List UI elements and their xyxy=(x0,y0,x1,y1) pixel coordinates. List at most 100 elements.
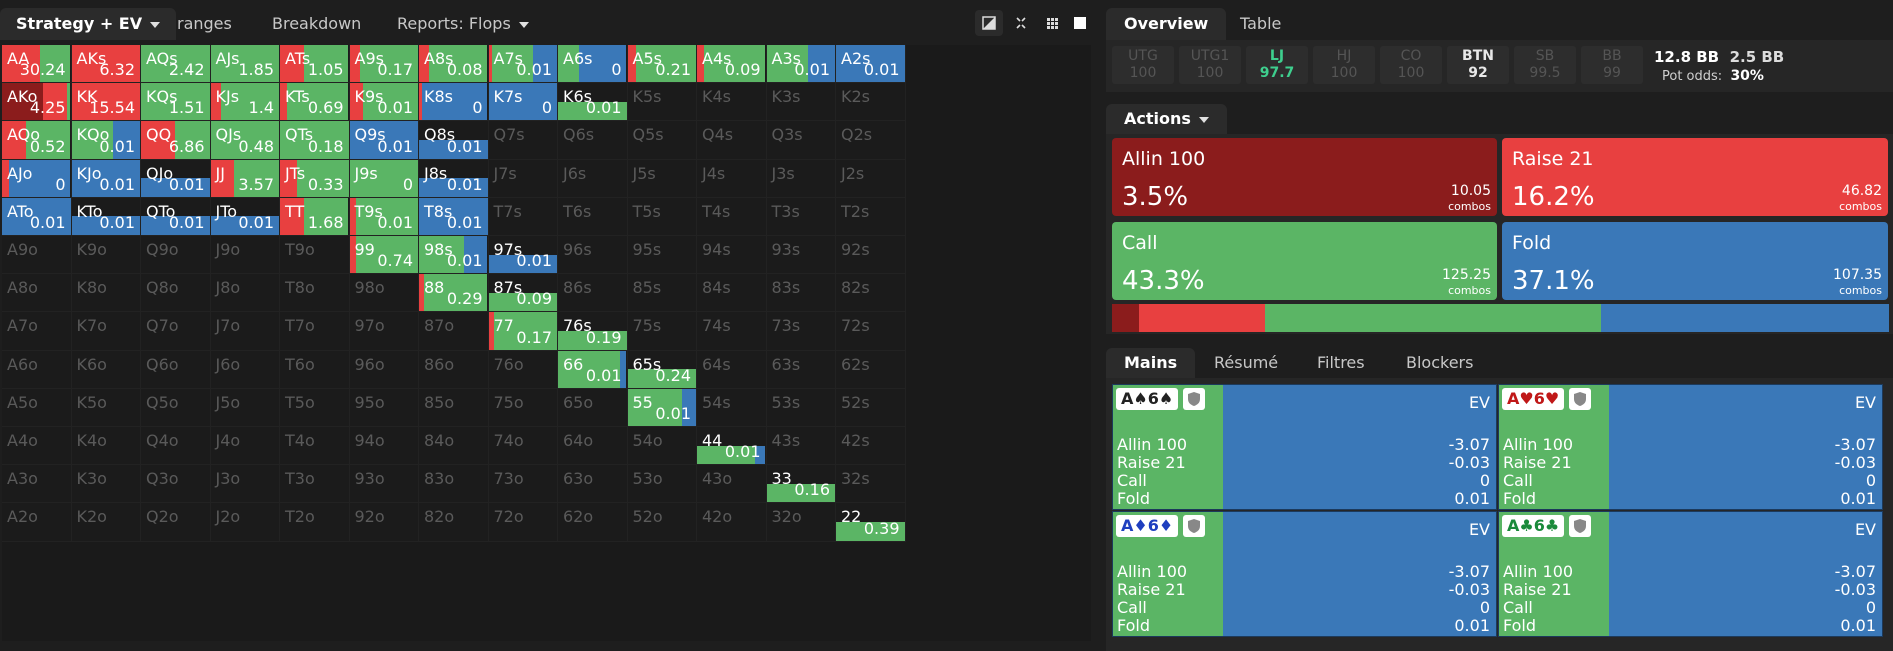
tab-filtres[interactable]: Filtres xyxy=(1317,348,1365,378)
range-cell[interactable]: Q5o xyxy=(141,388,211,427)
range-cell[interactable]: T6s xyxy=(558,197,628,236)
range-cell[interactable]: 94s xyxy=(697,236,767,275)
range-cell[interactable]: 93s xyxy=(766,236,836,275)
range-cell[interactable]: KTo 0.01 xyxy=(71,197,141,236)
tab-table[interactable]: Table xyxy=(1240,8,1281,40)
range-cell[interactable]: 54s xyxy=(697,388,767,427)
range-cell[interactable]: 64s xyxy=(697,350,767,389)
range-cell[interactable]: 66 0.01 xyxy=(558,350,628,389)
range-cell[interactable]: 87o xyxy=(419,312,489,351)
range-cell[interactable]: J9s 0 xyxy=(349,159,419,198)
range-cell[interactable]: 73o xyxy=(488,465,558,504)
range-cell[interactable]: T3o xyxy=(280,465,350,504)
compact-view-button[interactable] xyxy=(1007,10,1035,36)
range-cell[interactable]: Q7s xyxy=(488,121,558,160)
range-cell[interactable]: JTo 0.01 xyxy=(210,197,280,236)
range-cell[interactable]: KK 15.54 xyxy=(71,83,141,122)
range-cell[interactable]: Q2s xyxy=(836,121,906,160)
range-cell[interactable]: T4s xyxy=(697,197,767,236)
position-lj[interactable]: LJ 97.7 xyxy=(1246,46,1308,84)
shield-icon[interactable] xyxy=(1569,515,1591,537)
combo-card[interactable]: A♠6♠ EV Allin 100 -3.07 Raise 21 -0.03 Call 0 Fo… xyxy=(1112,384,1497,510)
range-cell[interactable]: J6o xyxy=(210,350,280,389)
position-bb[interactable]: BB 99 xyxy=(1581,46,1643,84)
range-cell[interactable]: K3s xyxy=(766,83,836,122)
range-cell[interactable]: QTo 0.01 xyxy=(141,197,211,236)
range-cell[interactable]: A2s 0.01 xyxy=(836,45,906,84)
range-cell[interactable]: 96s xyxy=(558,236,628,275)
range-cell[interactable]: ATo 0.01 xyxy=(2,197,72,236)
range-cell[interactable]: 72o xyxy=(488,503,558,542)
range-cell[interactable]: 42s xyxy=(836,427,906,466)
range-cell[interactable]: 84s xyxy=(697,274,767,313)
combo-card[interactable]: A♦6♦ EV Allin 100 -3.07 Raise 21 -0.03 Call 0 Fo… xyxy=(1112,511,1497,637)
range-cell[interactable]: A6s 0 xyxy=(558,45,628,84)
range-cell[interactable]: 82o xyxy=(419,503,489,542)
range-cell[interactable]: Q9o xyxy=(141,236,211,275)
range-cell[interactable]: 53s xyxy=(766,388,836,427)
shield-icon[interactable] xyxy=(1183,515,1205,537)
range-cell[interactable]: KQo 0.01 xyxy=(71,121,141,160)
range-cell[interactable]: 94o xyxy=(349,427,419,466)
range-cell[interactable]: T9o xyxy=(280,236,350,275)
position-utg1[interactable]: UTG1 100 xyxy=(1179,46,1241,84)
range-cell[interactable]: A3o xyxy=(2,465,72,504)
range-cell[interactable]: A5s 0.21 xyxy=(627,45,697,84)
range-cell[interactable]: 98o xyxy=(349,274,419,313)
range-cell[interactable]: A9o xyxy=(2,236,72,275)
single-view-button[interactable] xyxy=(1066,10,1094,36)
action-allin[interactable]: Allin 100 3.5% 10.05 combos xyxy=(1112,138,1497,216)
range-cell[interactable]: Q3s xyxy=(766,121,836,160)
position-co[interactable]: CO 100 xyxy=(1380,46,1442,84)
range-cell[interactable]: Q8s 0.01 xyxy=(419,121,489,160)
range-cell[interactable]: ATs 1.05 xyxy=(280,45,350,84)
range-cell[interactable]: J3s xyxy=(766,159,836,198)
range-cell[interactable]: A7s 0.01 xyxy=(488,45,558,84)
range-cell[interactable]: 65s 0.24 xyxy=(627,350,697,389)
range-cell[interactable]: T7o xyxy=(280,312,350,351)
range-cell[interactable]: T9s 0.01 xyxy=(349,197,419,236)
range-cell[interactable]: 88 0.29 xyxy=(419,274,489,313)
range-cell[interactable]: J5o xyxy=(210,388,280,427)
range-cell[interactable]: T3s xyxy=(766,197,836,236)
range-cell[interactable]: 43o xyxy=(697,465,767,504)
range-cell[interactable]: J8o xyxy=(210,274,280,313)
range-cell[interactable]: T2o xyxy=(280,503,350,542)
range-cell[interactable]: K9s 0.01 xyxy=(349,83,419,122)
range-cell[interactable]: 63o xyxy=(558,465,628,504)
range-cell[interactable]: K2s xyxy=(836,83,906,122)
range-cell[interactable]: K5s xyxy=(627,83,697,122)
range-cell[interactable]: Q5s xyxy=(627,121,697,160)
range-cell[interactable]: JJ 3.57 xyxy=(210,159,280,198)
range-cell[interactable]: 55 0.01 xyxy=(627,388,697,427)
range-cell[interactable]: K7o xyxy=(71,312,141,351)
range-cell[interactable]: A4o xyxy=(2,427,72,466)
action-fold[interactable]: Fold 37.1% 107.35 combos xyxy=(1502,222,1888,300)
range-cell[interactable]: Q4o xyxy=(141,427,211,466)
range-cell[interactable]: A3s 0.01 xyxy=(766,45,836,84)
tab-mains[interactable]: Mains xyxy=(1106,348,1196,378)
range-cell[interactable]: K9o xyxy=(71,236,141,275)
range-cell[interactable]: Q3o xyxy=(141,465,211,504)
range-cell[interactable]: 65o xyxy=(558,388,628,427)
tab-ranges[interactable]: ranges xyxy=(177,8,232,40)
grid-view-button[interactable] xyxy=(1038,10,1066,36)
range-cell[interactable]: K3o xyxy=(71,465,141,504)
range-cell[interactable]: 73s xyxy=(766,312,836,351)
range-cell[interactable]: 98s 0.01 xyxy=(419,236,489,275)
range-cell[interactable]: K8s 0 xyxy=(419,83,489,122)
range-cell[interactable]: 92s xyxy=(836,236,906,275)
range-cell[interactable]: AKs 6.32 xyxy=(71,45,141,84)
range-cell[interactable]: 33 0.16 xyxy=(766,465,836,504)
range-cell[interactable]: Q6o xyxy=(141,350,211,389)
range-cell[interactable]: A8s 0.08 xyxy=(419,45,489,84)
range-cell[interactable]: J4s xyxy=(697,159,767,198)
range-cell[interactable]: 87s 0.09 xyxy=(488,274,558,313)
range-cell[interactable]: 96o xyxy=(349,350,419,389)
contrast-toggle-button[interactable] xyxy=(975,10,1003,36)
range-cell[interactable]: 82s xyxy=(836,274,906,313)
range-cell[interactable]: 97o xyxy=(349,312,419,351)
range-cell[interactable]: T8s 0.01 xyxy=(419,197,489,236)
range-cell[interactable]: 99 0.74 xyxy=(349,236,419,275)
tab-blockers[interactable]: Blockers xyxy=(1406,348,1473,378)
